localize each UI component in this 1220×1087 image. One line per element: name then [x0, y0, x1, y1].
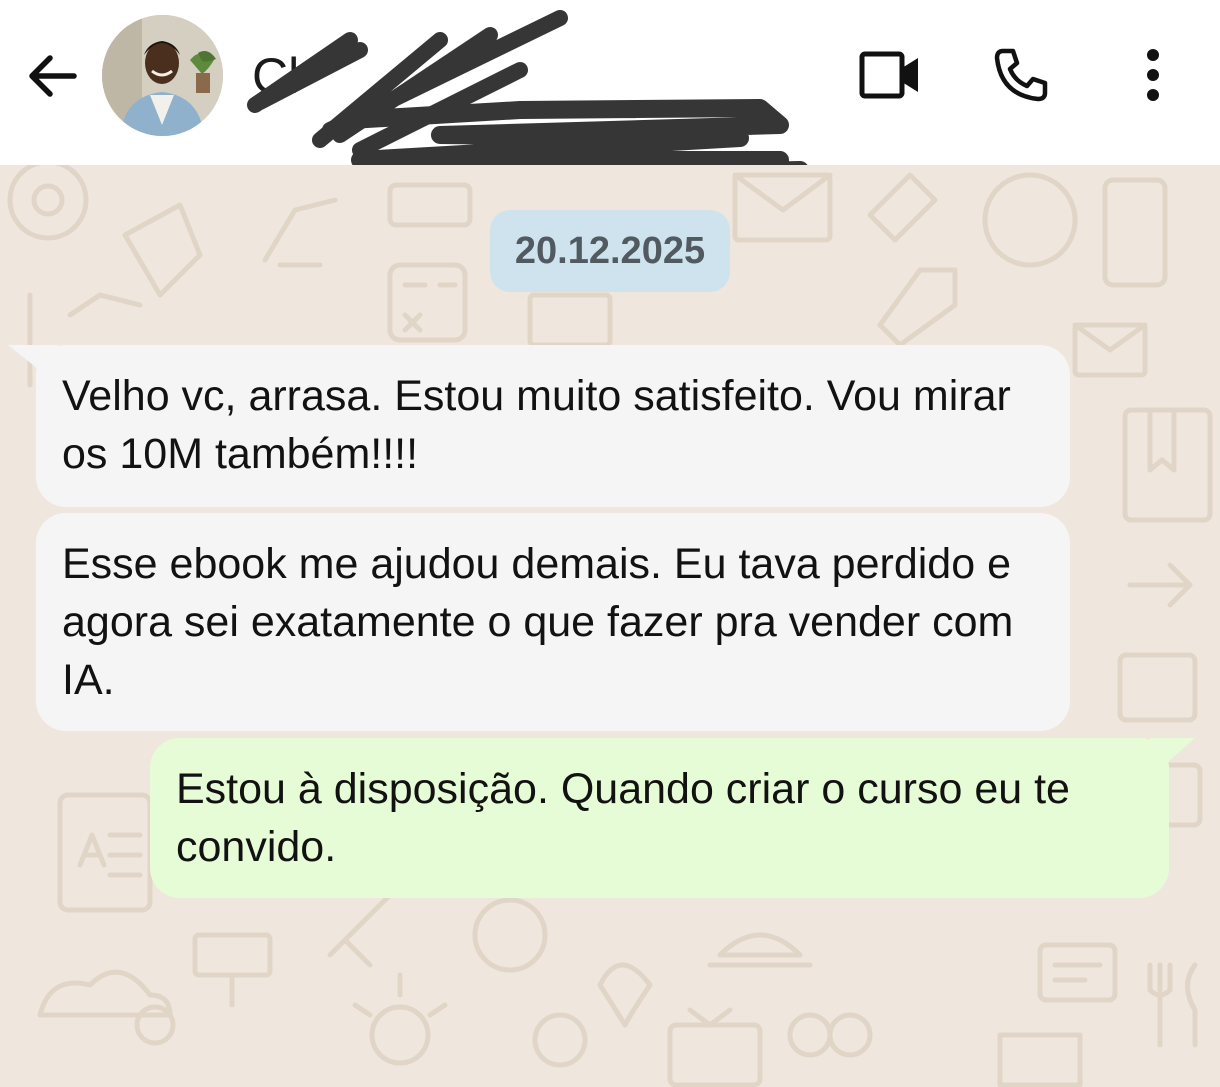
back-button[interactable]	[22, 46, 82, 106]
video-call-button[interactable]	[855, 40, 925, 110]
chat-area[interactable]: 20.12.2025 Velho vc, arrasa. Estou muito…	[0, 165, 1220, 1087]
message-text: Esse ebook me ajudou demais. Eu tava per…	[62, 540, 1014, 704]
avatar-photo	[102, 15, 223, 136]
date-chip: 20.12.2025	[490, 210, 730, 292]
more-options-button[interactable]	[1118, 40, 1188, 110]
chat-screen: Cl 20.12.2025 Velho vc, arrasa. Estou mu…	[0, 0, 1220, 1087]
outgoing-message[interactable]: Estou à disposição. Quando criar o curso…	[150, 738, 1169, 898]
message-text: Estou à disposição. Quando criar o curso…	[176, 765, 1070, 871]
arrow-back-icon	[29, 55, 77, 97]
video-camera-icon	[859, 51, 918, 99]
phone-icon	[994, 48, 1048, 102]
more-vert-icon	[1147, 49, 1159, 101]
voice-call-button[interactable]	[986, 40, 1056, 110]
chat-header: Cl	[0, 0, 1220, 202]
avatar[interactable]	[102, 15, 223, 136]
incoming-message[interactable]: Esse ebook me ajudou demais. Eu tava per…	[36, 513, 1070, 731]
incoming-message[interactable]: Velho vc, arrasa. Estou muito satisfeito…	[36, 345, 1070, 507]
message-text: Velho vc, arrasa. Estou muito satisfeito…	[62, 372, 1011, 478]
